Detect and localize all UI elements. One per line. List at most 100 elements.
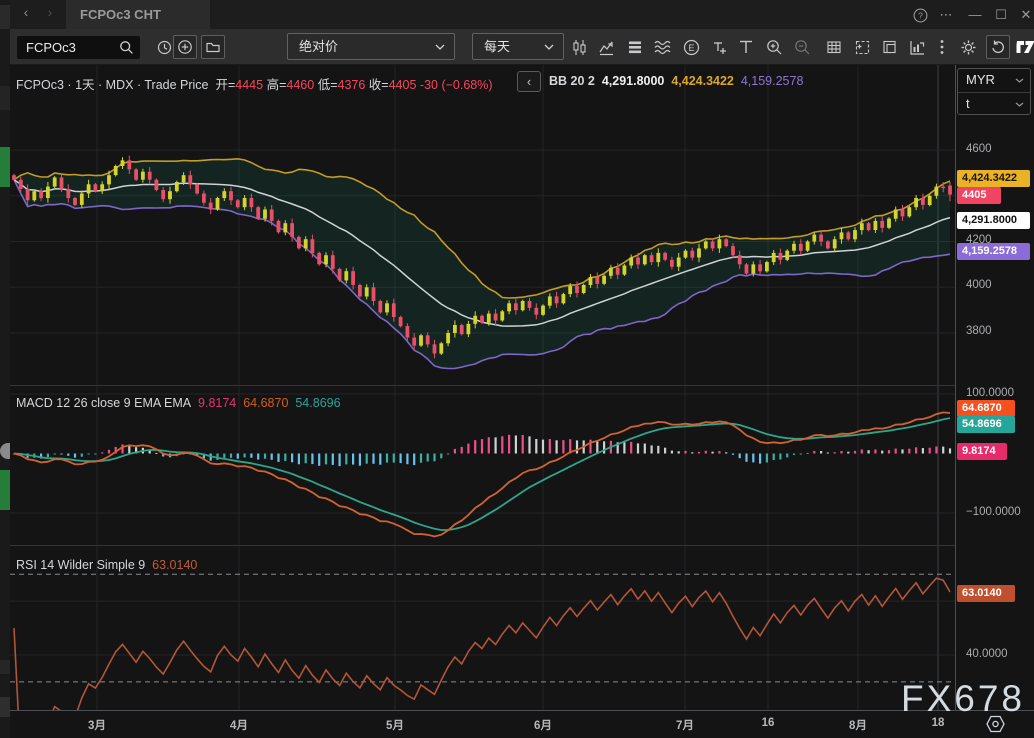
patterns-icon[interactable] — [651, 35, 675, 59]
close-button[interactable]: ✕ — [1014, 0, 1034, 29]
bb-legend[interactable]: BB 20 2 4,291.8000 4,424.3422 4,159.2578 — [549, 74, 803, 88]
axis-tick-label: 3800 — [966, 325, 992, 337]
zoom-out-icon — [790, 35, 814, 59]
sliver-cell — [0, 660, 10, 674]
undo-icon[interactable] — [986, 35, 1010, 59]
sliver-cell — [0, 86, 10, 110]
rsi-title[interactable]: RSI 14 Wilder Simple 9 — [16, 558, 145, 572]
bb-upper-badge: 4,424.3422 — [957, 170, 1030, 187]
collapse-legend-button[interactable]: ‹ — [517, 71, 541, 92]
toolbar-more-icon[interactable] — [930, 35, 954, 59]
axis-tick-label: 40.0000 — [966, 648, 1008, 660]
macd-title[interactable]: MACD 12 26 close 9 EMA EMA — [16, 396, 191, 410]
symbol-value: FCPOc3 — [26, 40, 76, 55]
text-tool-icon[interactable] — [734, 35, 758, 59]
screenshot-icon[interactable] — [850, 35, 874, 59]
toolbar: FCPOc3 绝对价 每天 — [10, 29, 1034, 65]
layout-icon[interactable] — [878, 35, 902, 59]
plus-circle-icon[interactable] — [173, 35, 197, 59]
time-axis[interactable]: 3月4月5月6月7月168月18 — [10, 711, 1034, 738]
chevron-down-icon — [435, 44, 445, 50]
svg-text:E: E — [688, 43, 694, 53]
nav-forward-icon[interactable]: › — [40, 4, 60, 20]
time-tick-label: 8月 — [849, 717, 867, 733]
high-label: 高= — [267, 78, 287, 92]
legend-symbol[interactable]: FCPOc3 — [16, 78, 64, 92]
bb-lower-badge: 4,159.2578 — [957, 243, 1030, 260]
currency-value: MYR — [966, 72, 995, 87]
grid-icon[interactable] — [822, 35, 846, 59]
search-icon — [119, 40, 134, 55]
macd-signal-value: 54.8696 — [295, 396, 340, 410]
panel-divider[interactable] — [10, 385, 1034, 386]
macd-line-value: 64.6870 — [243, 396, 288, 410]
legend-price-type: Trade Price — [144, 78, 208, 92]
time-tick-label: 3月 — [88, 717, 106, 733]
price-mode-dropdown[interactable]: 绝对价 — [287, 33, 455, 60]
zoom-in-icon[interactable] — [762, 35, 786, 59]
price-mode-value: 绝对价 — [299, 39, 338, 54]
unit-value: t — [966, 96, 970, 111]
currency-selector[interactable]: MYR — [958, 69, 1030, 92]
maximize-button[interactable]: ☐ — [989, 0, 1013, 29]
time-tick-label: 7月 — [676, 717, 694, 733]
sliver-cell — [0, 443, 10, 459]
interval-dropdown[interactable]: 每天 — [472, 33, 564, 60]
help-icon[interactable]: ? — [908, 0, 932, 29]
settings-icon[interactable] — [956, 35, 980, 59]
axis-tick-label: 4600 — [966, 143, 992, 155]
indicators-icon[interactable] — [623, 35, 647, 59]
app-window: { "window": { "title": "FCPOc3 CHT", "ba… — [0, 0, 1034, 738]
price-axis[interactable]: 4600420040003800100.0000−100.000040.0000… — [956, 65, 1034, 710]
alert-icon[interactable] — [707, 35, 731, 59]
background-app-strip — [0, 0, 10, 738]
chevron-down-icon — [1015, 102, 1024, 107]
macd-legend[interactable]: MACD 12 26 close 9 EMA EMA 9.8174 64.687… — [16, 396, 341, 410]
chevron-down-icon — [544, 44, 554, 50]
legend-separator: · — [67, 78, 71, 92]
hist-badge: 9.8174 — [957, 443, 1007, 460]
signal-badge: 54.8696 — [957, 416, 1015, 433]
folder-icon[interactable] — [201, 35, 225, 59]
interval-value: 每天 — [484, 39, 510, 54]
tab-title: FCPOc3 CHT — [80, 7, 161, 22]
high-value: 4460 — [286, 78, 314, 92]
legend-interval[interactable]: 1天 — [75, 78, 94, 92]
currency-unit-box[interactable]: MYR t — [957, 68, 1031, 115]
fx678-watermark: FX678 — [901, 678, 1025, 720]
events-icon[interactable]: E — [679, 35, 703, 59]
bb-title[interactable]: BB 20 2 — [549, 74, 595, 88]
tv-logo[interactable] — [1014, 35, 1034, 59]
sliver-green-cell — [0, 147, 10, 187]
sliver-green-cell — [0, 470, 10, 510]
axis-tick-label: −100.0000 — [966, 506, 1021, 518]
minimize-button[interactable]: — — [963, 0, 987, 29]
symbol-search-input[interactable]: FCPOc3 — [17, 36, 140, 59]
low-label: 低= — [318, 78, 338, 92]
main-legend[interactable]: FCPOc3 · 1天 · MDX · Trade Price 开=4445 高… — [16, 74, 493, 93]
rsi-legend[interactable]: RSI 14 Wilder Simple 9 63.0140 — [16, 558, 197, 572]
change-value: -30 (−0.68%) — [420, 78, 493, 92]
bb-lower-value: 4,159.2578 — [741, 74, 804, 88]
open-value: 4445 — [235, 78, 263, 92]
axis-tick-label: 100.0000 — [966, 387, 1014, 399]
unit-selector[interactable]: t — [958, 93, 1030, 116]
close-label: 收= — [369, 78, 389, 92]
time-tick-label: 16 — [762, 717, 775, 729]
main-chart-panel[interactable] — [10, 65, 955, 385]
compare-icon[interactable] — [595, 35, 619, 59]
sliver-cell — [0, 5, 10, 29]
time-tick-label: 6月 — [534, 717, 552, 733]
chevron-down-icon — [1015, 78, 1024, 83]
panel-divider[interactable] — [10, 545, 1034, 546]
chart-panel-icon[interactable] — [905, 35, 929, 59]
titlebar-more-icon[interactable]: ⋯ — [934, 0, 958, 29]
document-tab[interactable]: FCPOc3 CHT — [66, 0, 210, 29]
nav-back-icon[interactable]: ‹ — [16, 4, 36, 20]
legend-exchange: MDX — [106, 78, 134, 92]
candlestick-style-icon[interactable] — [567, 35, 591, 59]
time-tick-label: 4月 — [230, 717, 248, 733]
last-price-badge: 4405 — [957, 187, 1001, 204]
macd-hist-value: 9.8174 — [198, 396, 236, 410]
open-label: 开= — [215, 78, 235, 92]
